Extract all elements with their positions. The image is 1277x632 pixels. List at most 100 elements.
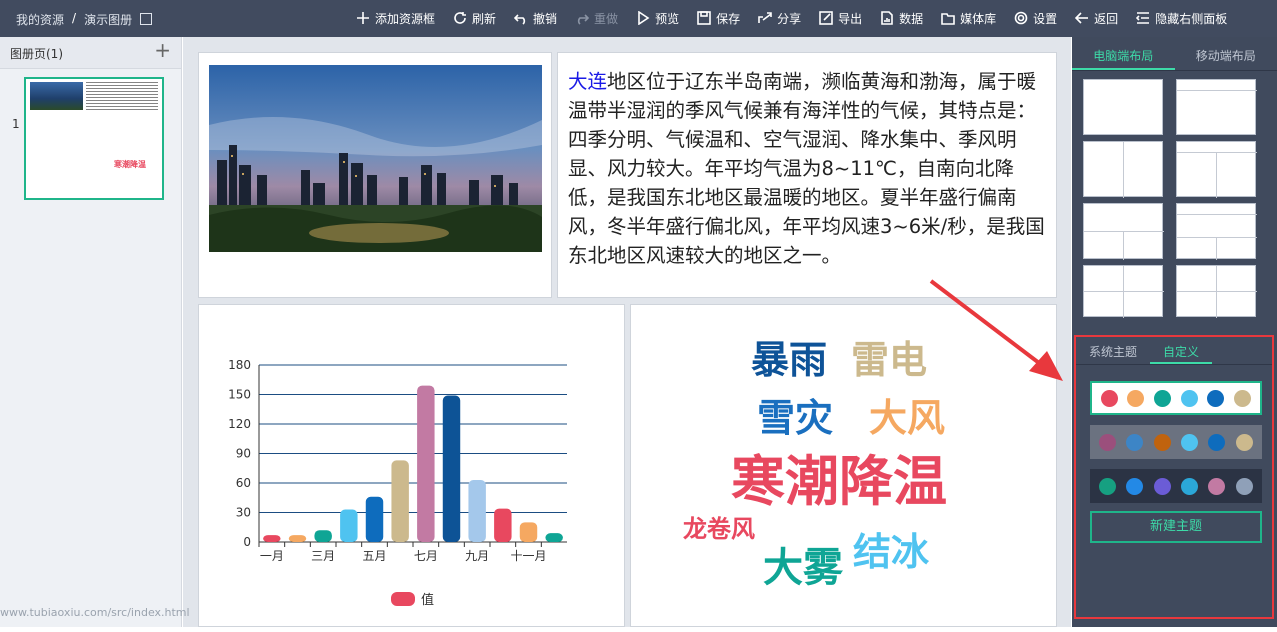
toolbar-button-plus[interactable]: 添加资源框 xyxy=(356,8,435,28)
undo-icon xyxy=(514,11,528,25)
page-list-panel: 图册页(1) + 1 寒潮降温 xyxy=(0,37,182,627)
theme-color-swatch xyxy=(1181,434,1198,451)
layout-option-5[interactable] xyxy=(1083,203,1163,259)
layout-option-6[interactable] xyxy=(1176,203,1256,259)
tab-system-theme[interactable]: 系统主题 xyxy=(1076,337,1150,364)
theme-color-swatch xyxy=(1127,390,1144,407)
layout-option-2[interactable] xyxy=(1176,79,1256,135)
toolbar-button-folder[interactable]: 媒体库 xyxy=(941,8,996,28)
x-tick-label: 十一月 xyxy=(510,549,546,563)
layout-option-4[interactable] xyxy=(1176,141,1256,197)
y-tick-label: 180 xyxy=(228,358,251,372)
back-arrow-icon xyxy=(1075,11,1089,25)
legend-label: 值 xyxy=(421,592,434,608)
toolbar-button-label: 预览 xyxy=(655,10,679,27)
theme-color-swatch xyxy=(1181,478,1198,495)
theme-color-swatch xyxy=(1126,434,1143,451)
bar xyxy=(494,509,511,542)
red-arrow-annotation xyxy=(923,277,1073,387)
theme-color-swatch xyxy=(1234,390,1251,407)
theme-option-1[interactable] xyxy=(1090,381,1262,415)
page-thumbnail[interactable]: 寒潮降温 xyxy=(24,77,164,200)
y-tick-label: 150 xyxy=(228,388,251,402)
toolbar-button-play[interactable]: 预览 xyxy=(636,8,679,28)
toolbar-button-label: 添加资源框 xyxy=(375,10,435,27)
theme-color-swatch xyxy=(1208,434,1225,451)
x-tick-label: 一月 xyxy=(260,549,284,563)
toolbar-button-label: 重做 xyxy=(594,10,618,27)
panel-icon xyxy=(1136,11,1150,25)
wordcloud-word: 暴雨 xyxy=(751,329,827,384)
toolbar-button-data[interactable]: 数据 xyxy=(880,8,923,28)
layout-option-1[interactable] xyxy=(1083,79,1163,135)
layout-theme-panel: 电脑端布局 移动端布局 系统主题 自定义 新建主题 xyxy=(1072,37,1277,627)
edit-title-icon[interactable] xyxy=(140,13,152,25)
theme-tabs: 系统主题 自定义 xyxy=(1076,337,1272,365)
toolbar-button-panel[interactable]: 隐藏右侧面板 xyxy=(1136,8,1227,28)
bar xyxy=(391,460,408,542)
x-tick-label: 九月 xyxy=(465,549,489,563)
toolbar-button-refresh[interactable]: 刷新 xyxy=(453,8,496,28)
toolbar-actions: 添加资源框 刷新 撤销 重做 预览 保存分享导出 数据 媒体库 设置 返回 隐藏右侧面板 xyxy=(356,8,1245,28)
theme-option-3[interactable] xyxy=(1090,469,1262,503)
add-page-icon[interactable]: + xyxy=(154,40,171,60)
bar xyxy=(366,497,383,542)
breadcrumb-root[interactable]: 我的资源 xyxy=(16,11,64,28)
theme-color-swatch xyxy=(1101,390,1118,407)
tab-desktop-layout[interactable]: 电脑端布局 xyxy=(1072,37,1175,70)
editor-canvas: 大连地区位于辽东半岛南端，濒临黄海和渤海，属于暖温带半湿润的季风气候兼有海洋性的… xyxy=(183,37,1071,627)
wordcloud-word: 雷电 xyxy=(851,329,927,384)
theme-color-swatch xyxy=(1099,434,1116,451)
toolbar-button-undo[interactable]: 撤销 xyxy=(514,8,557,28)
bar xyxy=(417,386,434,542)
toolbar-button-back-arrow[interactable]: 返回 xyxy=(1075,8,1118,28)
bar xyxy=(545,533,562,542)
save-icon xyxy=(697,11,711,25)
image-frame[interactable] xyxy=(198,52,552,298)
theme-color-swatch xyxy=(1181,390,1198,407)
thumbnail-text xyxy=(86,82,158,112)
toolbar-button-label: 返回 xyxy=(1094,10,1118,27)
x-tick-label: 七月 xyxy=(414,549,438,563)
legend-swatch xyxy=(391,592,415,606)
chart-frame[interactable]: 0306090120150180一月三月五月七月九月十一月值 xyxy=(198,304,625,627)
layout-option-8[interactable] xyxy=(1176,265,1256,317)
layout-option-7[interactable] xyxy=(1083,265,1163,317)
share-icon xyxy=(758,11,772,25)
y-tick-label: 0 xyxy=(243,535,251,549)
top-toolbar: 我的资源 / 演示图册 添加资源框刷新撤销重做预览保存分享导出数据媒体库设置返回… xyxy=(0,0,1277,37)
theme-color-swatch xyxy=(1154,390,1171,407)
toolbar-button-label: 媒体库 xyxy=(960,10,996,27)
theme-color-swatch xyxy=(1208,478,1225,495)
thumbnail-wordcloud: 寒潮降温 xyxy=(114,159,146,170)
tab-custom-theme[interactable]: 自定义 xyxy=(1150,337,1212,364)
theme-option-2[interactable] xyxy=(1090,425,1262,459)
breadcrumb-current[interactable]: 演示图册 xyxy=(84,11,132,28)
text-frame[interactable]: 大连地区位于辽东半岛南端，濒临黄海和渤海，属于暖温带半湿润的季风气候兼有海洋性的… xyxy=(557,52,1057,298)
theme-section: 系统主题 自定义 新建主题 xyxy=(1074,335,1274,619)
layout-option-3[interactable] xyxy=(1083,141,1163,197)
toolbar-button-label: 隐藏右侧面板 xyxy=(1155,10,1227,27)
folder-icon xyxy=(941,11,955,25)
tab-mobile-layout[interactable]: 移动端布局 xyxy=(1175,37,1277,70)
toolbar-button-export[interactable]: 导出 xyxy=(819,8,862,28)
theme-color-swatch xyxy=(1236,478,1253,495)
theme-color-swatch xyxy=(1236,434,1253,451)
bar xyxy=(289,535,306,542)
page-list-header: 图册页(1) + xyxy=(0,37,181,69)
highlight-city: 大连 xyxy=(568,70,607,93)
y-tick-label: 60 xyxy=(236,476,251,490)
bar xyxy=(340,510,357,542)
toolbar-button-redo[interactable]: 重做 xyxy=(575,8,618,28)
toolbar-button-save[interactable]: 保存 xyxy=(697,8,740,28)
bar xyxy=(468,480,485,542)
page-number: 1 xyxy=(12,117,20,131)
toolbar-button-label: 数据 xyxy=(899,10,923,27)
toolbar-button-gear[interactable]: 设置 xyxy=(1014,8,1057,28)
layout-tabs: 电脑端布局 移动端布局 xyxy=(1072,37,1277,71)
toolbar-button-share[interactable]: 分享 xyxy=(758,8,801,28)
status-url: www.tubiaoxiu.com/src/index.html xyxy=(0,606,190,619)
toolbar-button-label: 撤销 xyxy=(533,10,557,27)
new-theme-button[interactable]: 新建主题 xyxy=(1090,511,1262,543)
theme-color-swatch xyxy=(1154,434,1171,451)
